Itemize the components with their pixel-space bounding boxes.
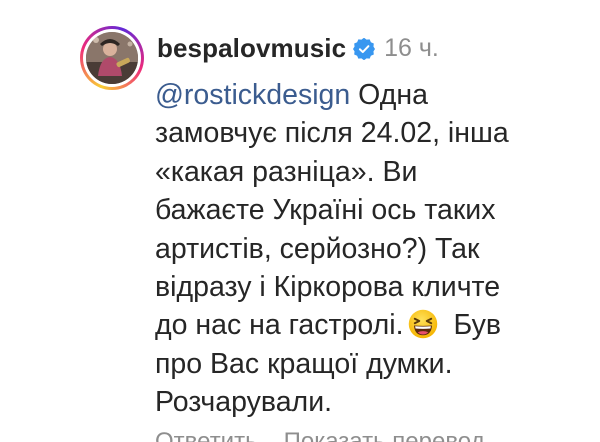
comment: bespalovmusic 16 ч. @rostickdesign Одна … (0, 0, 600, 442)
comment-text-segment: Був (453, 309, 502, 342)
verified-badge-icon (353, 38, 376, 60)
comment-line-1: @rostickdesign Одна (155, 76, 585, 114)
avatar-frame (83, 29, 141, 87)
user-mention-link[interactable]: @rostickdesign (155, 79, 350, 111)
comment-line-3: «какая разніца». Ви (155, 155, 418, 188)
reply-button[interactable]: Ответить (155, 428, 258, 442)
comment-text-segment: Одна (350, 79, 428, 111)
comment-line-6: відразу і Кіркорова кличте (155, 271, 501, 304)
story-ring[interactable] (80, 26, 144, 90)
comment-line-8: про Вас кращої думки. (155, 347, 453, 380)
comment-actions: Ответить Показать перевод (155, 428, 485, 442)
username[interactable]: bespalovmusic (157, 33, 346, 64)
comment-line-9: Розчарували. (155, 386, 333, 419)
show-translation-button[interactable]: Показать перевод (284, 428, 485, 442)
avatar[interactable] (86, 32, 138, 84)
comment-header: bespalovmusic 16 ч. (157, 33, 439, 64)
comment-line-5: артистів, серйозно?) Так (155, 232, 480, 265)
comment-line-4: бажаєте Україні ось таких (155, 194, 496, 227)
laughing-face-emoji-icon (408, 310, 437, 339)
comment-text: @rostickdesign Одна замовчує після 24.02… (155, 76, 585, 422)
comment-text-segment: до нас на гастролі. (155, 309, 404, 342)
comment-line-2: замовчує після 24.02, інша (155, 117, 509, 150)
comment-line-7: до нас на гастролі. Був (155, 306, 585, 344)
avatar-photo (86, 32, 138, 84)
comment-timestamp: 16 ч. (384, 34, 439, 62)
